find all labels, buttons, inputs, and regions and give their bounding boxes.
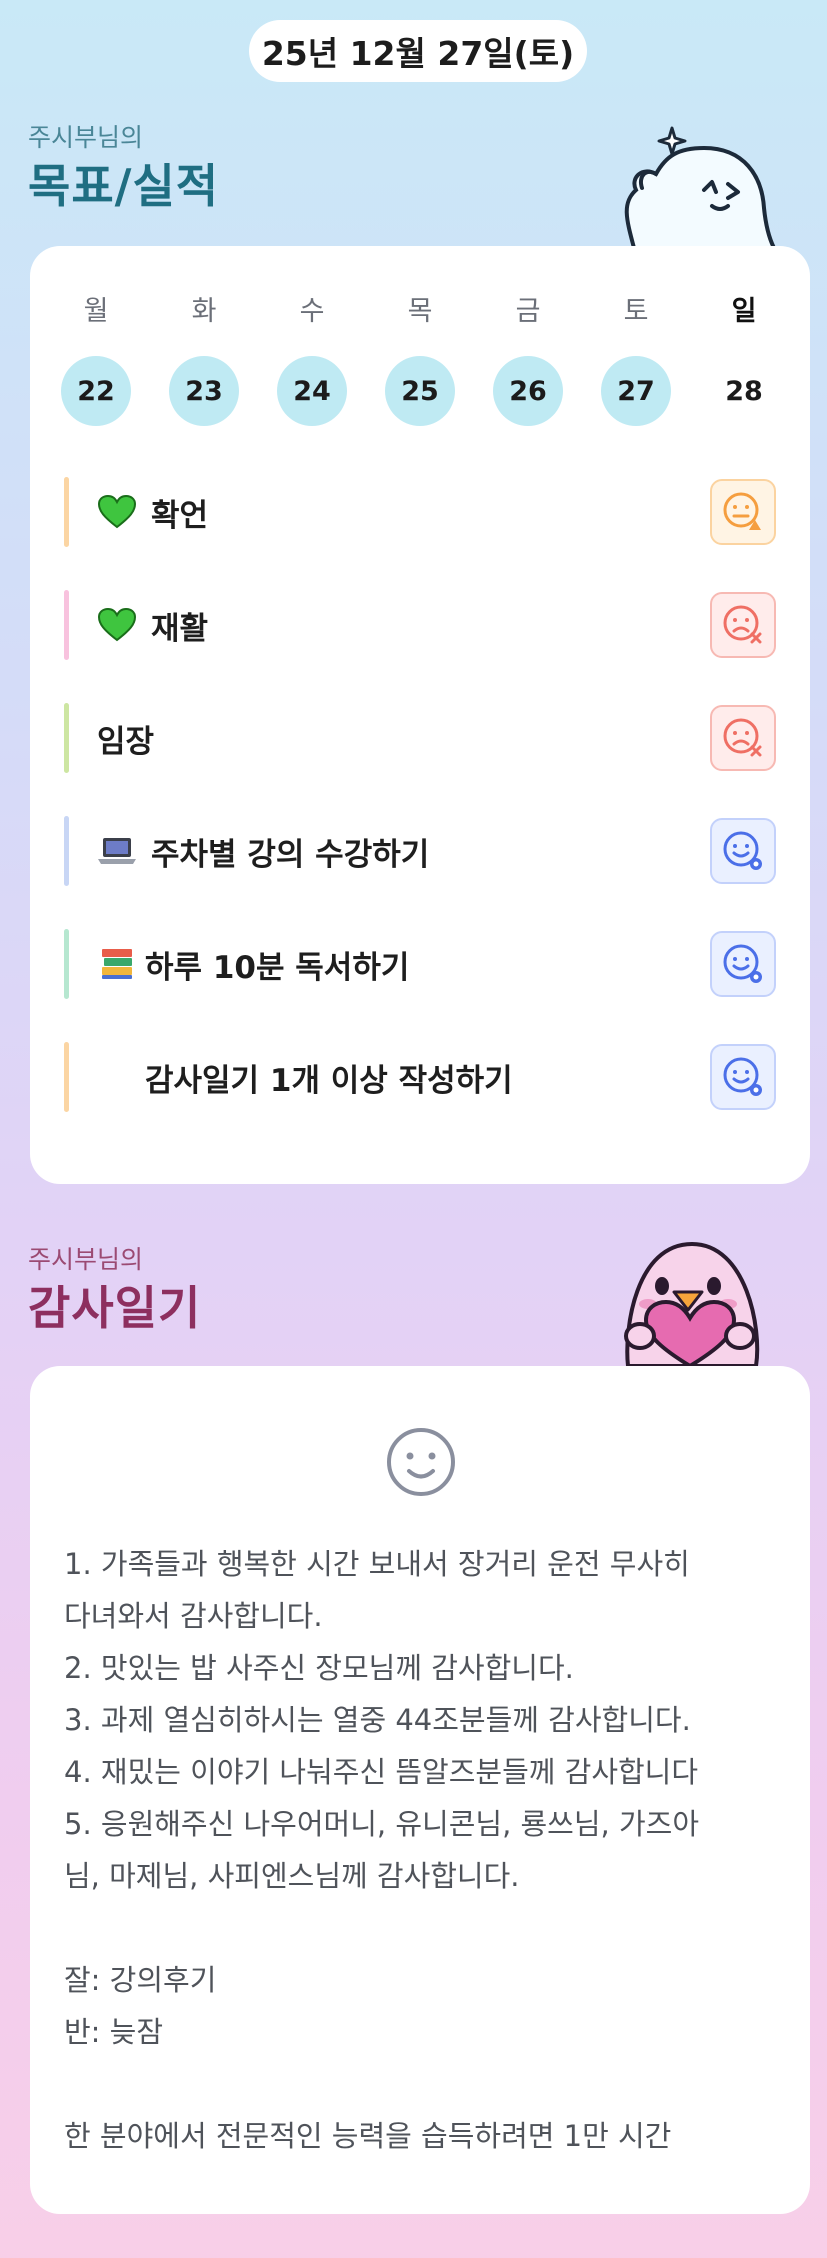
weekday-label-today: 일 — [731, 296, 757, 327]
goal-row[interactable]: 확언 — [64, 476, 776, 548]
diary-content: 1. 가족들과 행복한 시간 보내서 장거리 운전 무사히 다녀와서 감사합니다… — [64, 1538, 784, 2162]
date-circle[interactable]: 27 — [601, 356, 671, 426]
diary-line: 한 분야에서 전문적인 능력을 습득하려면 1만 시간 — [64, 2119, 672, 2153]
goal-label: 재활 — [151, 610, 209, 647]
pending-face-icon[interactable] — [710, 1044, 776, 1110]
diary-line — [64, 2058, 784, 2110]
fail-face-icon[interactable] — [710, 705, 776, 771]
goal-label: 임장 — [97, 723, 155, 760]
diary-card: 1. 가족들과 행복한 시간 보내서 장거리 운전 무사히 다녀와서 감사합니다… — [30, 1366, 810, 2214]
diary-line: 다녀와서 감사합니다. — [64, 1599, 323, 1633]
diary-title: 감사일기 — [28, 1281, 202, 1335]
smile-face-icon — [385, 1426, 457, 1502]
day-column-tue[interactable]: 화 23 — [168, 292, 240, 426]
pending-face-icon[interactable] — [710, 818, 776, 884]
diary-line — [64, 1902, 784, 1954]
day-column-thu[interactable]: 목 25 — [384, 292, 456, 426]
date-circle[interactable]: 23 — [169, 356, 239, 426]
diary-subtitle: 주시부님의 — [28, 1245, 144, 1274]
goal-label: 하루 10분 독서하기 — [145, 949, 410, 986]
goal-row[interactable]: 주차별 강의 수강하기 — [64, 815, 776, 887]
goal-label: 주차별 강의 수강하기 — [151, 836, 430, 873]
green-heart-icon — [97, 605, 137, 645]
heart-mascot-illustration — [606, 1232, 776, 1370]
goals-card: 월 22 화 23 수 24 목 25 금 26 토 27 일 28 확언 재활… — [30, 246, 810, 1184]
day-column-mon[interactable]: 월 22 — [60, 292, 132, 426]
pending-face-icon[interactable] — [710, 931, 776, 997]
books-icon — [97, 944, 137, 984]
date-circle[interactable]: 26 — [493, 356, 563, 426]
day-column-sat[interactable]: 토 27 — [600, 292, 672, 426]
goal-row[interactable]: 하루 10분 독서하기 — [64, 928, 776, 1000]
goal-color-bar — [64, 703, 69, 773]
fail-face-icon[interactable] — [710, 592, 776, 658]
date-circle[interactable]: 22 — [61, 356, 131, 426]
week-calendar: 월 22 화 23 수 24 목 25 금 26 토 27 일 28 — [60, 292, 780, 426]
goal-label: 감사일기 1개 이상 작성하기 — [145, 1062, 513, 1099]
goal-color-bar — [64, 477, 69, 547]
goal-row[interactable]: 재활 — [64, 589, 776, 661]
weekday-label: 수 — [299, 296, 325, 327]
goal-color-bar — [64, 590, 69, 660]
weekday-label: 화 — [191, 296, 217, 327]
diary-line: 5. 응원해주신 나우어머니, 유니콘님, 룡쓰님, 가즈아 — [64, 1807, 700, 1841]
ghost-mascot-illustration — [612, 108, 782, 252]
diary-line: 3. 과제 열심히하시는 열중 44조분들께 감사합니다. — [64, 1703, 691, 1737]
weekday-label: 금 — [515, 296, 541, 327]
warning-face-icon[interactable] — [710, 479, 776, 545]
weekday-label: 목 — [407, 296, 433, 327]
date-text: 25년 12월 27일(토) — [261, 34, 575, 73]
laptop-icon — [97, 831, 137, 871]
diary-line: 잘: 강의후기 — [64, 1963, 217, 1997]
goal-row[interactable]: 임장 — [64, 702, 776, 774]
diary-line: 2. 맛있는 밥 사주신 장모님께 감사합니다. — [64, 1651, 574, 1685]
diary-line: 님, 마제님, 사피엔스님께 감사합니다. — [64, 1859, 520, 1893]
weekday-label: 월 — [83, 296, 109, 327]
day-column-fri[interactable]: 금 26 — [492, 292, 564, 426]
diary-line: 4. 재밌는 이야기 나눠주신 뜸알즈분들께 감사합니다 — [64, 1755, 699, 1789]
date-circle[interactable]: 24 — [277, 356, 347, 426]
goal-label: 확언 — [151, 497, 209, 534]
diary-line: 1. 가족들과 행복한 시간 보내서 장거리 운전 무사히 — [64, 1547, 690, 1581]
day-column-wed[interactable]: 수 24 — [276, 292, 348, 426]
diary-line: 반: 늦잠 — [64, 2015, 164, 2049]
date-circle-today[interactable]: 28 — [709, 356, 779, 426]
goal-color-bar — [64, 929, 69, 999]
day-column-sun[interactable]: 일 28 — [708, 292, 780, 426]
goal-color-bar — [64, 816, 69, 886]
goal-row[interactable]: 감사일기 1개 이상 작성하기 — [64, 1041, 776, 1113]
green-heart-icon — [97, 492, 137, 532]
goal-color-bar — [64, 1042, 69, 1112]
goals-subtitle: 주시부님의 — [28, 123, 144, 152]
date-circle[interactable]: 25 — [385, 356, 455, 426]
goals-title: 목표/실적 — [28, 159, 220, 213]
date-pill: 25년 12월 27일(토) — [249, 20, 587, 82]
weekday-label: 토 — [623, 296, 649, 327]
